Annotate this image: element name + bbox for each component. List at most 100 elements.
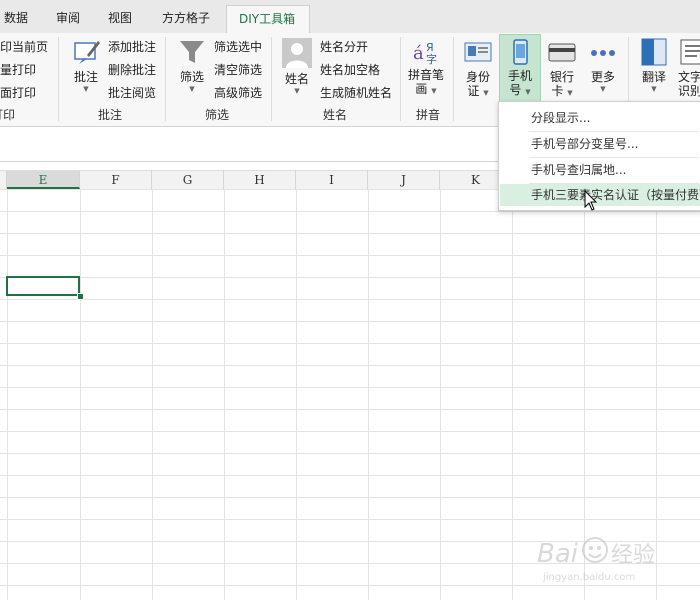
menu-item-segment-display[interactable]: 分段显示...: [500, 107, 700, 129]
name-big-button[interactable]: 姓名 ▼: [278, 37, 316, 96]
translate-icon: [641, 38, 667, 66]
column-gridline: [296, 189, 297, 600]
bank-card-icon: [548, 43, 576, 62]
row-gridline: [0, 431, 700, 432]
row-gridline: [0, 519, 700, 520]
id-card-button[interactable]: 身份 证 ▼: [458, 37, 498, 98]
row-gridline: [0, 387, 700, 388]
group-separator: [58, 37, 59, 121]
row-gridline: [0, 277, 700, 278]
split-name-button[interactable]: 姓名分开: [320, 38, 368, 55]
pen-comment-icon: [74, 41, 100, 64]
id-button-label-1: 身份: [465, 70, 490, 84]
tab-data[interactable]: 数据: [4, 8, 28, 28]
bank-card-button[interactable]: 银行 卡 ▼: [542, 37, 582, 98]
translate-button[interactable]: 翻译 ▼: [634, 37, 674, 94]
filter-big-button[interactable]: 筛选 ▼: [174, 37, 210, 94]
person-avatar-icon: [282, 38, 312, 68]
clear-filter-button[interactable]: 清空筛选: [214, 61, 262, 78]
ocr-button[interactable]: 文字 识别: [678, 37, 700, 98]
duplex-print-button[interactable]: 双页面打印: [0, 84, 36, 101]
fill-handle[interactable]: [77, 293, 84, 300]
pinyin-button-label-1: 拼音笔: [407, 68, 444, 82]
comment-big-button[interactable]: 批注 ▼: [68, 37, 104, 94]
baidu-jingyan-watermark: Bai 经验 jingyan.baidu.com: [535, 528, 685, 588]
filter-selected-button[interactable]: 筛选选中: [214, 38, 262, 55]
ocr-button-label-1: 文字: [678, 70, 700, 84]
column-gridline: [440, 189, 441, 600]
mouse-pointer-icon: [584, 190, 598, 211]
column-header-i[interactable]: I: [296, 171, 368, 189]
tab-view[interactable]: 视图: [108, 8, 132, 28]
menu-item-mask-phone[interactable]: 手机号部分变星号...: [500, 133, 700, 155]
column-header-j[interactable]: J: [368, 171, 440, 189]
view-comments-button[interactable]: 批注阅览: [108, 84, 156, 101]
advanced-filter-button[interactable]: 高级筛选: [214, 84, 262, 101]
svg-text:字: 字: [426, 52, 437, 65]
chevron-down-icon: ▼: [189, 85, 195, 93]
pinyin-icon: á Я 字: [413, 41, 437, 66]
menu-separator: [529, 131, 699, 132]
delete-comment-button[interactable]: 删除批注: [108, 61, 156, 78]
group-separator: [453, 37, 454, 121]
translate-button-label: 翻译: [641, 70, 666, 84]
more-dots-icon: [591, 50, 615, 56]
column-header-e[interactable]: E: [7, 171, 80, 189]
batch-print-button[interactable]: 批量打印: [0, 61, 36, 78]
random-name-button[interactable]: 生成随机姓名: [320, 84, 392, 101]
print-current-page-button[interactable]: 打印当前页: [0, 38, 48, 55]
svg-text:Bai: Bai: [537, 539, 579, 569]
column-header-h[interactable]: H: [224, 171, 296, 189]
row-gridline: [0, 255, 700, 256]
svg-text:á: á: [413, 43, 424, 64]
chevron-down-icon: ▼: [600, 85, 606, 93]
tab-review[interactable]: 审阅: [56, 8, 80, 28]
mobile-phone-icon: [513, 39, 528, 65]
more-button[interactable]: 更多 ▼: [584, 37, 622, 94]
pinyin-button-label-2: 画 ▼: [415, 82, 437, 96]
group-separator: [400, 37, 401, 121]
row-gridline: [0, 343, 700, 344]
comment-group-label: 批注: [97, 108, 122, 122]
filter-group-label: 筛选: [204, 108, 229, 122]
row-gridline: [0, 409, 700, 410]
print-group-label: 打印: [0, 108, 15, 122]
svg-text:经验: 经验: [611, 543, 655, 568]
ocr-button-label-2: 识别: [678, 84, 700, 98]
column-gridline: [80, 189, 81, 600]
row-gridline: [0, 365, 700, 366]
pinyin-stroke-button[interactable]: á Я 字 拼音笔 画 ▼: [404, 37, 448, 96]
ocr-document-icon: [680, 39, 700, 65]
selected-cell[interactable]: [6, 276, 80, 296]
tab-fangfang[interactable]: 方方格子: [162, 8, 210, 28]
funnel-icon: [180, 41, 204, 63]
name-add-space-button[interactable]: 姓名加空格: [320, 61, 380, 78]
chevron-down-icon: ▼: [651, 85, 657, 93]
menu-separator: [529, 157, 699, 158]
phone-button-label-2: 号 ▼: [509, 83, 531, 97]
row-gridline: [0, 475, 700, 476]
menu-item-three-factor-verification[interactable]: 手机三要素实名认证（按量付费）: [500, 184, 700, 206]
chevron-down-icon: ▼: [294, 87, 300, 95]
menu-item-phone-location[interactable]: 手机号查归属地...: [500, 159, 700, 181]
column-header-f[interactable]: F: [80, 171, 152, 189]
chevron-down-icon: ▼: [431, 87, 437, 95]
pinyin-group-label: 拼音: [415, 108, 440, 122]
row-gridline: [0, 497, 700, 498]
group-separator: [165, 37, 166, 121]
column-header-partial[interactable]: [0, 171, 7, 189]
ribbon-tab-bar: 数据 审阅 视图 方方格子 DIY工具箱: [0, 0, 700, 34]
name-group-label: 姓名: [322, 108, 347, 122]
svg-text:jingyan.baidu.com: jingyan.baidu.com: [542, 572, 635, 583]
chevron-down-icon: ▼: [525, 88, 531, 96]
name-button-label: 姓名: [284, 72, 309, 86]
phone-number-button[interactable]: 手机 号 ▼: [499, 34, 541, 102]
add-comment-button[interactable]: 添加批注: [108, 38, 156, 55]
phone-button-label-1: 手机: [507, 69, 532, 83]
tab-diy-toolbox[interactable]: DIY工具箱: [226, 5, 310, 33]
filter-button-label: 筛选: [179, 70, 204, 84]
column-header-g[interactable]: G: [152, 171, 224, 189]
column-gridline: [7, 189, 8, 600]
column-gridline: [368, 189, 369, 600]
id-card-icon: [464, 42, 492, 62]
